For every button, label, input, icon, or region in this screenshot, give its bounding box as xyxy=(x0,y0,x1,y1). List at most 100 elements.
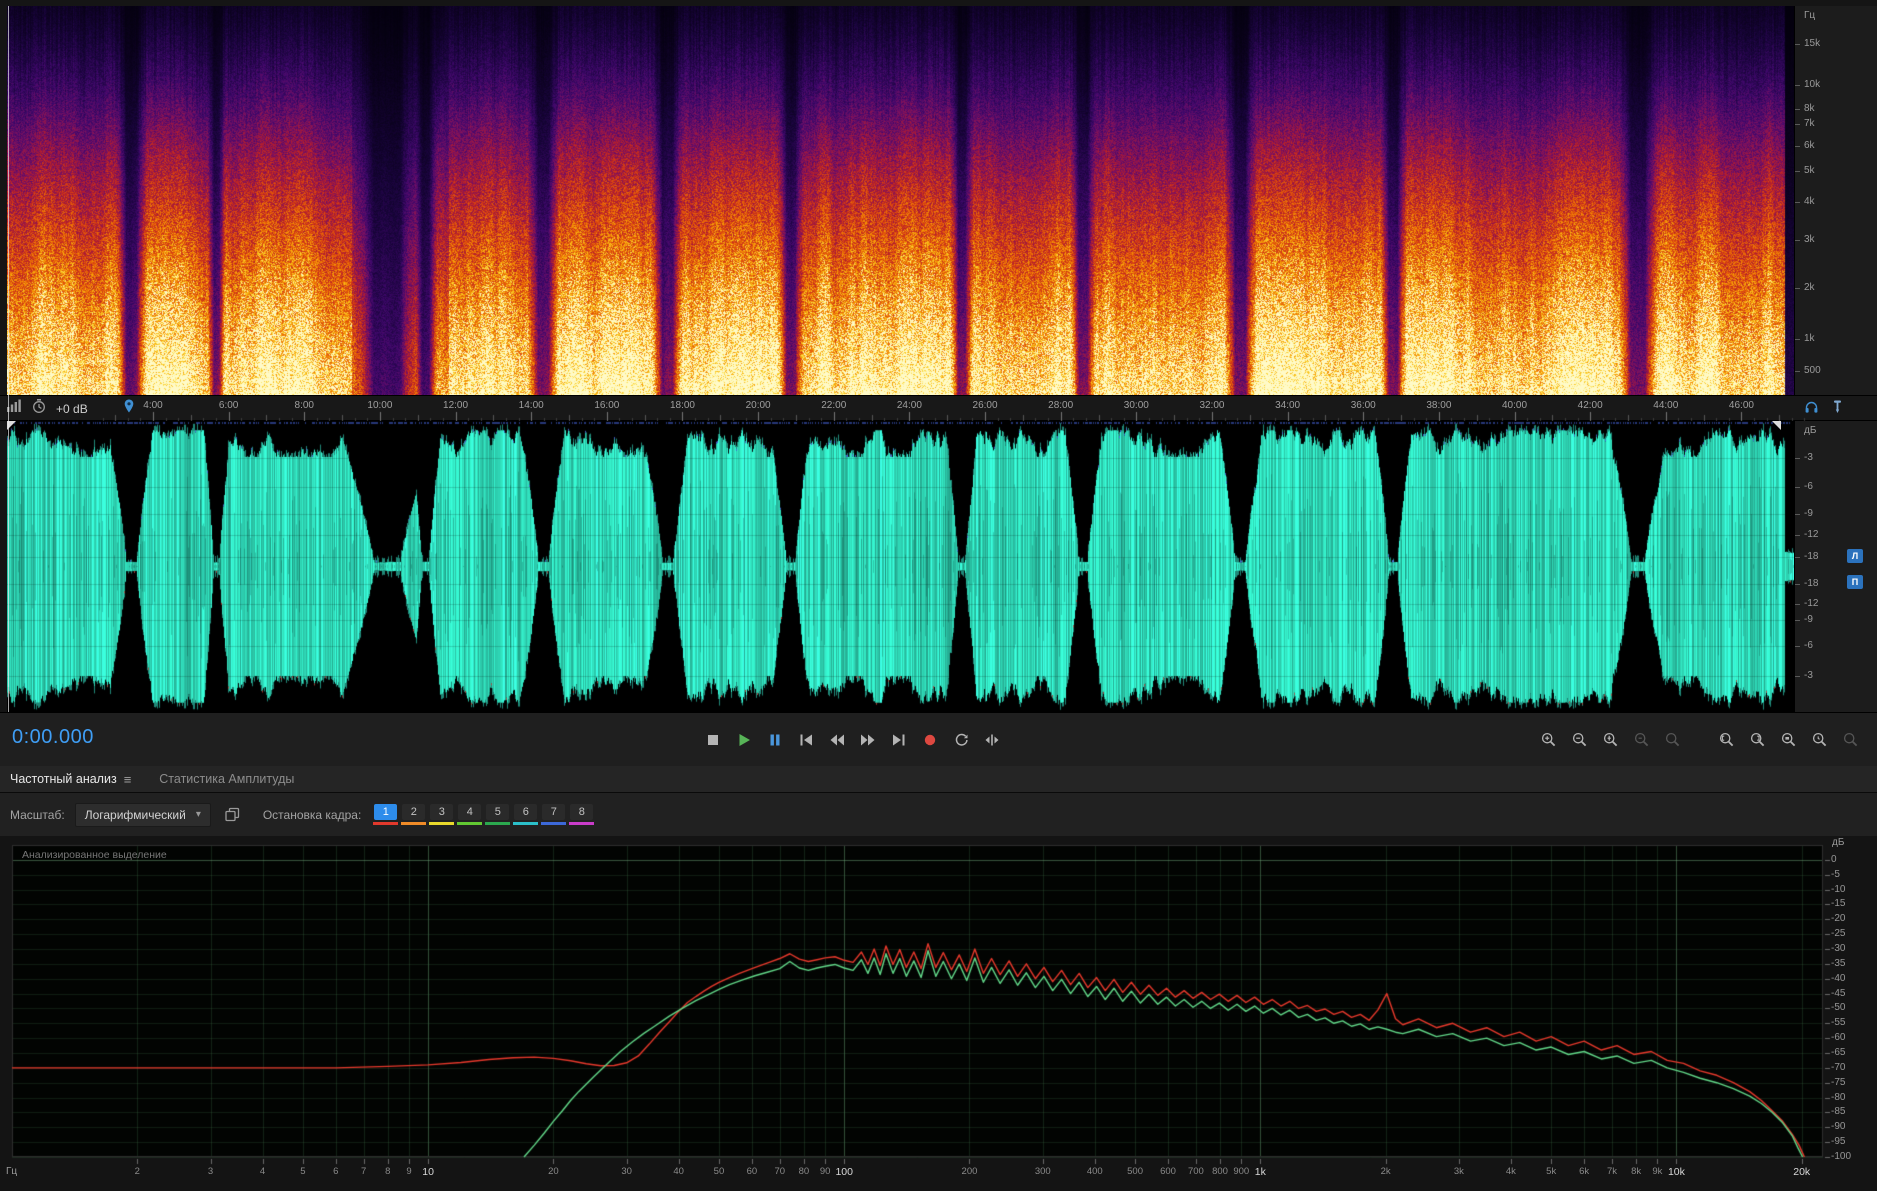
hold-button-label: 8 xyxy=(570,804,594,820)
zoom-to-selection-button[interactable] xyxy=(1777,728,1801,752)
selection-handle-right[interactable] xyxy=(1772,421,1781,430)
x-tick-label: 20 xyxy=(548,1166,559,1177)
scale-tick xyxy=(1795,535,1800,536)
zoom-full-button[interactable] xyxy=(1661,728,1685,752)
time-label: 44:00 xyxy=(1653,400,1679,411)
zoom-selection-out-point-button[interactable] xyxy=(1746,728,1770,752)
tab-amplitude-statistics-label: Статистика Амплитуды xyxy=(159,772,295,786)
y-tick-label: -5 xyxy=(1831,868,1840,880)
amplitude-tick-label: -12 xyxy=(1804,528,1819,540)
hold-button-7[interactable]: 7 xyxy=(541,804,567,825)
stop-button[interactable] xyxy=(698,726,728,754)
scale-tick xyxy=(1795,124,1800,125)
play-button[interactable] xyxy=(729,726,759,754)
scale-tick xyxy=(1795,458,1800,459)
hold-button-4[interactable]: 4 xyxy=(457,804,483,825)
zoom-out-time-button[interactable] xyxy=(1568,728,1592,752)
amplitude-tick-label: -9 xyxy=(1804,508,1813,520)
amplitude-tick-label: -3 xyxy=(1804,452,1813,464)
graph-y-unit-label: дБ xyxy=(1832,837,1845,848)
zoom-reset-button[interactable] xyxy=(1839,728,1863,752)
frequency-tick-label: 2k xyxy=(1804,281,1815,293)
channel-badge-left[interactable]: Л xyxy=(1847,549,1863,563)
x-tick-label: 1k xyxy=(1254,1166,1266,1178)
analyzed-selection-label: Анализированное выделение xyxy=(22,849,167,861)
time-label: 16:00 xyxy=(594,400,620,411)
zoom-in-amplitude-button[interactable] xyxy=(1599,728,1623,752)
y-tick-label: -85 xyxy=(1831,1106,1846,1118)
hold-button-5[interactable]: 5 xyxy=(485,804,511,825)
scale-tick xyxy=(1795,146,1800,147)
rewind-button[interactable] xyxy=(822,726,852,754)
ruler-toolbar-right xyxy=(1803,396,1845,421)
frequency-tick-label: 500 xyxy=(1804,365,1821,377)
x-tick-label: 10 xyxy=(422,1166,434,1178)
hold-button-6[interactable]: 6 xyxy=(513,804,539,825)
hold-button-label: 5 xyxy=(486,804,510,820)
hold-button-8[interactable]: 8 xyxy=(569,804,595,825)
scale-tick xyxy=(1795,676,1800,677)
tab-frequency-analysis[interactable]: Частотный анализ ≡ xyxy=(10,772,131,787)
fast-forward-button[interactable] xyxy=(853,726,883,754)
x-tick-label: 3k xyxy=(1453,1166,1464,1177)
zoom-time-button[interactable] xyxy=(1808,728,1832,752)
x-tick-label: 100 xyxy=(835,1166,853,1178)
zoom-selection-in-point-button[interactable] xyxy=(1715,728,1739,752)
frequency-scale: Гц 15k 10k 8k 7k 6k 5k 4k 3k 2k 1k 500 xyxy=(1794,6,1877,395)
x-tick-label: 500 xyxy=(1127,1166,1143,1177)
x-tick-label: 20k xyxy=(1793,1166,1811,1178)
spectrogram-display[interactable] xyxy=(7,6,1794,395)
scale-dropdown[interactable]: Логарифмический ▾ xyxy=(74,802,211,827)
skip-selection-button[interactable] xyxy=(977,726,1007,754)
loop-playback-button[interactable] xyxy=(946,726,976,754)
frequency-tick-label: 10k xyxy=(1804,78,1821,90)
pause-button[interactable] xyxy=(760,726,790,754)
gain-label[interactable]: +0 dB xyxy=(56,402,88,416)
frequency-analysis-panel: Анализированное выделение дБ Гц 0 -5 -10 -1… xyxy=(0,836,1877,1191)
time-label: 10:00 xyxy=(367,400,393,411)
frequency-tick-label: 5k xyxy=(1804,164,1815,176)
frequency-tick-label: 8k xyxy=(1804,102,1815,114)
timeline-ruler[interactable]: 4:00 6:00 8:00 10:00 12:00 14:00 16:00 18:00 20:… xyxy=(0,395,1877,422)
scale-tick xyxy=(1795,85,1800,86)
pin-marker-icon[interactable] xyxy=(1830,399,1845,419)
x-tick-label: 400 xyxy=(1086,1166,1103,1177)
frequency-tick-label: 6k xyxy=(1804,139,1815,151)
scale-tick xyxy=(1795,371,1800,372)
monitor-headphones-icon[interactable] xyxy=(1803,398,1820,420)
pin-icon[interactable] xyxy=(121,398,137,419)
scale-tick xyxy=(1795,240,1800,241)
hold-button-label: 1 xyxy=(374,804,398,820)
time-display[interactable]: 0:00.000 xyxy=(12,726,94,749)
scale-label: Масштаб: xyxy=(10,807,65,822)
transport-buttons xyxy=(698,726,1007,754)
hold-button-3[interactable]: 3 xyxy=(429,804,455,825)
amplitude-tick-label: -18 xyxy=(1804,551,1819,563)
clock-icon[interactable] xyxy=(31,398,47,419)
copy-graph-button[interactable] xyxy=(221,804,245,826)
skip-to-start-button[interactable] xyxy=(791,726,821,754)
amplitude-scale: дБ -3 -6 -9 -12 -18 -18 -12 -9 -6 -3 Л П xyxy=(1794,421,1877,712)
hold-buttons: 12345678 xyxy=(373,804,595,825)
frequency-graph[interactable] xyxy=(0,836,1877,1191)
playhead[interactable] xyxy=(8,6,9,712)
record-button[interactable] xyxy=(915,726,945,754)
hold-button-2[interactable]: 2 xyxy=(401,804,427,825)
tab-frequency-analysis-label: Частотный анализ xyxy=(10,772,117,786)
hold-button-label: 6 xyxy=(514,804,538,820)
waveform-display[interactable] xyxy=(7,421,1794,712)
tab-amplitude-statistics[interactable]: Статистика Амплитуды xyxy=(159,772,294,786)
zoom-out-amplitude-button[interactable] xyxy=(1630,728,1654,752)
x-tick-label: 200 xyxy=(961,1166,978,1177)
hold-button-label: 7 xyxy=(542,804,566,820)
x-tick-label: 50 xyxy=(713,1166,725,1177)
skip-to-end-button[interactable] xyxy=(884,726,914,754)
y-tick-label: -80 xyxy=(1831,1091,1846,1103)
panel-menu-icon[interactable]: ≡ xyxy=(124,772,132,787)
channel-badge-right[interactable]: П xyxy=(1847,575,1863,589)
hold-color-bar xyxy=(429,822,455,825)
amplitude-tick-label: -9 xyxy=(1804,613,1813,625)
zoom-in-time-button[interactable] xyxy=(1537,728,1561,752)
scale-tick xyxy=(1795,487,1800,488)
hold-button-1[interactable]: 1 xyxy=(373,804,399,825)
